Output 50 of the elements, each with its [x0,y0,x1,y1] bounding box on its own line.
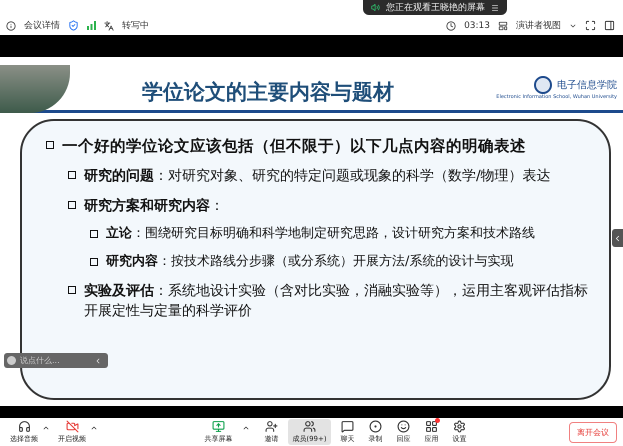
signal-icon [87,21,96,30]
bullet-text: 一个好的学位论文应该包括（但不限于）以下几点内容的明确表述 [62,136,526,157]
sidebar-icon[interactable] [604,20,615,31]
slide-title: 学位论文的主要内容与题材 [142,79,395,106]
layout-icon [498,20,508,30]
shield-icon[interactable] [68,20,79,31]
bullet-text: 研究的问题：对研究对象、研究的特定问题或现象的科学（数学/物理）表达 [84,166,551,186]
university-seal-icon [534,76,552,94]
bullet-square-icon [68,200,76,209]
menu-icon[interactable] [491,4,499,12]
chat-input-field[interactable]: 说点什么... [20,354,90,367]
side-panel-handle[interactable] [612,229,623,247]
roof-photo-placeholder [0,65,70,113]
avatar-icon [7,356,16,365]
info-icon [6,20,16,30]
transcribing-status[interactable]: 转写中 [122,19,149,32]
school-name: 电子信息学院 [557,78,617,92]
grid-icon [425,420,438,433]
caret-icon[interactable] [242,424,250,432]
bullet-square-icon [68,286,76,294]
bullet-square-icon [90,258,98,266]
person-plus-icon [264,420,278,433]
caret-icon[interactable] [90,424,98,432]
chat-bubble-icon [341,420,354,433]
bullet-square-icon [46,141,54,149]
bullet-text: 实验及评估：系统地设计实验（含对比实验，消融实验等），运用主客观评估指标开展定性与定量的科学评价 [84,282,589,322]
camera-off-icon [66,420,78,433]
transcribe-icon [104,20,114,30]
headphones-icon [18,420,30,433]
bullet-text: 研究内容：按技术路线分步骤（或分系统）开展方法/系统的设计与实现 [106,252,514,271]
meeting-timer: 03:13 [464,20,490,30]
banner-text: 您正在观看王晓艳的屏幕 [386,2,485,14]
clock-icon [446,20,456,30]
fullscreen-icon[interactable] [585,20,596,31]
bullet-text: 研究方案和研究内容： [84,196,224,216]
caret-icon[interactable] [42,424,50,432]
record-icon [369,420,382,433]
bullet-text: 立论：围绕研究目标明确和科学地制定研究思路，设计研究方案和技术路线 [106,225,535,244]
bullet-square-icon [90,230,98,238]
collapse-icon[interactable] [94,356,102,364]
monitor-share-icon [212,420,225,433]
meeting-info-link[interactable]: 会议详情 [24,19,60,32]
chat-input-bar[interactable]: 说点什么... [4,353,108,368]
people-icon [302,420,316,433]
bullet-square-icon [68,171,76,180]
view-mode-dropdown[interactable]: 演讲者视图 [516,19,561,32]
settings-icon [453,420,466,433]
smiley-icon [397,420,410,433]
leave-meeting-button[interactable]: 离开会议 [568,422,617,442]
speaker-icon [371,3,380,12]
